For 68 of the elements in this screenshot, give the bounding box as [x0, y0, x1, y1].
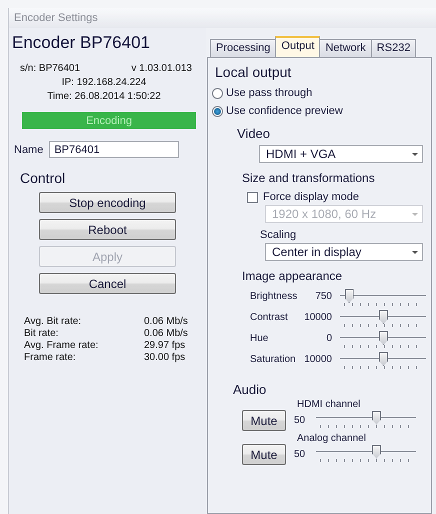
- radio-label: Use pass through: [226, 87, 312, 99]
- stat-value: 0.06 Mb/s: [144, 328, 189, 339]
- tab[interactable]: Processing: [210, 39, 276, 57]
- slider-thumb[interactable]: [344, 289, 354, 303]
- caret-icon: [412, 212, 418, 216]
- volume-value: 50: [294, 449, 306, 460]
- device-heading: Encoder BP76401: [12, 33, 151, 53]
- section-heading: Image appearance: [242, 269, 344, 283]
- tab[interactable]: Output: [275, 36, 320, 57]
- slider-label: Contrast: [250, 311, 289, 323]
- slider-thumb[interactable]: [372, 444, 381, 458]
- radio-button[interactable]: [212, 88, 223, 98]
- radio-label: Use confidence preview: [226, 105, 343, 117]
- stat-value: 29.97 fps: [144, 340, 186, 351]
- name-field[interactable]: BP76401: [49, 141, 180, 158]
- slider-value: 10000: [303, 311, 333, 323]
- slider[interactable]: [316, 444, 416, 464]
- slider-label: Saturation: [250, 353, 297, 365]
- slider[interactable]: [316, 410, 416, 430]
- section-heading: Audio: [233, 382, 268, 397]
- serial-number: s/n: BP76401: [20, 63, 80, 74]
- slider[interactable]: [340, 289, 426, 309]
- stat-label: Bit rate:: [24, 328, 60, 339]
- slider-value: 0: [325, 332, 333, 344]
- status-bar: Encoding: [22, 112, 196, 129]
- mute-button[interactable]: Mute: [242, 444, 286, 465]
- firmware-version: v 1.03.01.013: [131, 63, 192, 74]
- section-heading: Control: [20, 170, 66, 186]
- field-label: Scaling: [260, 229, 298, 241]
- tab[interactable]: Network: [319, 39, 372, 57]
- volume-value: 50: [294, 415, 306, 426]
- slider-value: 10000: [303, 353, 333, 365]
- checkbox-label: Force display mode: [263, 191, 359, 203]
- slider-thumb[interactable]: [379, 331, 388, 345]
- slider-thumb[interactable]: [379, 310, 388, 324]
- stat-label: Frame rate:: [24, 352, 77, 363]
- checkbox[interactable]: [247, 192, 258, 202]
- slider[interactable]: [340, 331, 426, 351]
- slider-label: Hue: [250, 332, 270, 344]
- mute-button[interactable]: Mute: [242, 410, 286, 431]
- slider[interactable]: [340, 310, 426, 330]
- stat-value: 30.00 fps: [144, 352, 186, 363]
- section-heading: Size and transformations: [242, 171, 376, 185]
- control-button[interactable]: Reboot: [39, 219, 176, 240]
- caret-icon: [412, 250, 418, 254]
- window-title: Encoder Settings: [9, 8, 436, 28]
- name-label: Name: [14, 144, 44, 156]
- ip-address: IP: 192.168.24.224: [60, 77, 148, 88]
- device-time: Time: 26.08.2014 1:50:22: [46, 91, 162, 102]
- section-heading: Local output: [215, 64, 292, 80]
- slider-thumb[interactable]: [372, 410, 381, 424]
- stat-label: Avg. Frame rate:: [24, 340, 100, 351]
- slider-value: 750: [314, 290, 333, 302]
- tab[interactable]: RS232: [370, 39, 416, 57]
- slider-thumb[interactable]: [379, 352, 388, 366]
- slider-label: Brightness: [250, 290, 298, 302]
- dropdown[interactable]: Center in display: [265, 243, 423, 261]
- control-button[interactable]: Cancel: [39, 273, 176, 294]
- channel-label: HDMI channel: [297, 399, 362, 410]
- caret-icon: [412, 152, 418, 156]
- stat-value: 0.06 Mb/s: [144, 316, 189, 327]
- channel-label: Analog channel: [297, 433, 367, 444]
- stat-label: Avg. Bit rate:: [24, 316, 82, 327]
- section-heading: Video: [237, 126, 272, 141]
- dropdown[interactable]: HDMI + VGA: [259, 145, 423, 163]
- slider[interactable]: [340, 352, 426, 372]
- control-button[interactable]: Stop encoding: [39, 192, 176, 213]
- radio-button[interactable]: [212, 106, 223, 116]
